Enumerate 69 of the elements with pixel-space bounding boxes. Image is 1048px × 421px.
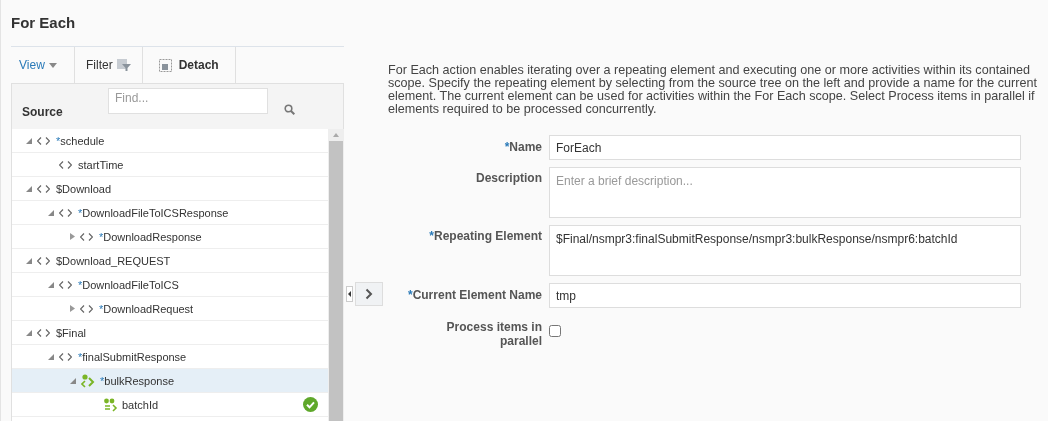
tree-row[interactable]: $Download_REQUEST (12, 249, 328, 273)
element-icon (59, 160, 72, 169)
field-label: *Current Element Name (407, 288, 542, 302)
text-field[interactable]: ForEach (549, 135, 1021, 160)
element-icon (37, 184, 50, 193)
tree-row[interactable]: *DownloadResponse (12, 225, 328, 249)
tree-node-label: *DownloadResponse (99, 230, 203, 243)
tree-row[interactable]: *bulkResponse (12, 369, 328, 393)
expanded-triangle-icon[interactable] (26, 185, 32, 192)
chevron-right-icon (365, 288, 373, 300)
collapsed-triangle-icon[interactable] (70, 233, 75, 240)
tree-row[interactable]: $Final (12, 321, 328, 345)
text-area[interactable]: Enter a brief description... (549, 167, 1021, 218)
collapse-handle[interactable] (346, 286, 353, 302)
tree-node-label: $Final (56, 326, 87, 339)
scrollbar-thumb[interactable] (329, 141, 343, 421)
field-label: *Repeating Element (429, 229, 542, 243)
tree-node-label: batchId (122, 398, 160, 411)
caret-icon (48, 62, 57, 68)
tree-node-label: *finalSubmitResponse (78, 350, 188, 363)
page-title: For Each (11, 13, 77, 33)
field-label: Description (476, 171, 542, 185)
source-label: Source (22, 104, 64, 119)
tree-row[interactable]: *DownloadRequest (12, 297, 328, 321)
attribute-icon (103, 397, 119, 412)
tree-node-label: *DownloadFileToICSResponse (78, 206, 230, 219)
scroll-up-icon[interactable] (333, 133, 339, 137)
tree-row[interactable]: batchId (12, 393, 328, 417)
tree-node-label: $Download (56, 182, 113, 195)
element-icon (80, 304, 93, 313)
tree-node-label: startTime (78, 158, 125, 171)
tree-node-label: *DownloadFileToICS (78, 278, 180, 291)
tree-row[interactable]: *schedule (12, 129, 328, 153)
text-field[interactable]: tmp (549, 283, 1021, 308)
field-label: *Name (504, 140, 542, 154)
tree-node-label: *bulkResponse (100, 374, 175, 387)
tree-row[interactable]: $Download (12, 177, 328, 201)
element-icon (59, 352, 72, 361)
expand-arrow-button[interactable] (355, 282, 383, 306)
find-field[interactable]: Find... (108, 87, 268, 114)
element-icon (59, 208, 72, 217)
collapsed-triangle-icon[interactable] (70, 305, 75, 312)
expanded-triangle-icon[interactable] (26, 257, 32, 264)
tree-node-label: *DownloadRequest (99, 302, 195, 315)
checkbox[interactable] (549, 325, 561, 337)
expanded-triangle-icon[interactable] (26, 137, 32, 144)
tree-node-label: *schedule (56, 134, 106, 147)
expanded-triangle-icon[interactable] (48, 281, 54, 288)
search-icon[interactable] (284, 104, 295, 115)
repeating-element-icon (81, 373, 97, 388)
filter-icon (116, 59, 131, 71)
element-icon (37, 328, 50, 337)
tree-row[interactable]: *DownloadFileToICSResponse (12, 201, 328, 225)
text-area[interactable]: $Final/nsmpr3:finalSubmitResponse/nsmpr3:bulkResponse/nsmpr6:batchId (549, 225, 1021, 276)
element-icon (37, 136, 50, 145)
element-icon (59, 280, 72, 289)
expanded-triangle-icon[interactable] (48, 209, 54, 216)
expanded-triangle-icon[interactable] (48, 353, 54, 360)
scrollbar[interactable] (328, 129, 344, 421)
field-label: Process items in parallel (446, 320, 542, 348)
expanded-triangle-icon[interactable] (70, 377, 76, 384)
detach-icon (158, 58, 172, 72)
tree-row[interactable]: startTime (12, 153, 328, 177)
element-icon (37, 256, 50, 265)
tree-row[interactable]: *DownloadFileToICS (12, 273, 328, 297)
tree-node-label: $Download_REQUEST (56, 254, 172, 267)
expanded-triangle-icon[interactable] (26, 329, 32, 336)
element-icon (80, 232, 93, 241)
help-text: For Each action enables iterating over a repeating element and executing one or more activities within its contained scope. Specify the repeating element by selecting from the source tree on the left and provide a name for the current element. The current element can be used for activities within the For Each scope. Select Process items in parallel if elements required to be processed concurrently. (388, 64, 1038, 116)
